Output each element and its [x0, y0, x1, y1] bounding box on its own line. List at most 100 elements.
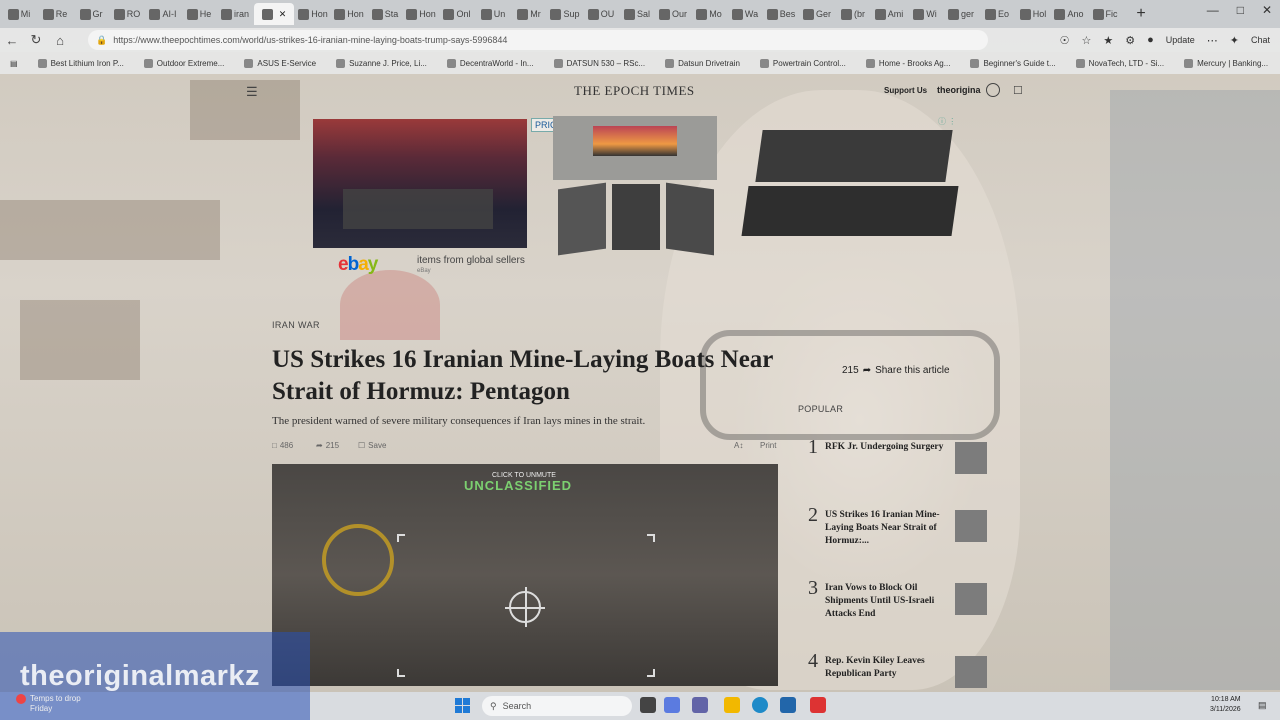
bookmark-item[interactable]: Suzanne J. Price, Li... — [326, 58, 437, 68]
bookmark-icon[interactable]: ☐ — [1013, 84, 1023, 97]
browser-tab[interactable]: Hol — [1016, 3, 1050, 25]
copilot-app-icon[interactable] — [664, 697, 680, 713]
browser-tab[interactable]: Un — [476, 3, 510, 25]
taskbar-search[interactable]: ⚲ Search — [482, 696, 632, 716]
bookmark-item[interactable]: Best Lithium Iron P... — [28, 58, 134, 68]
bookmark-item[interactable]: Mercury | Banking... — [1174, 58, 1278, 68]
browser-tab[interactable]: ger — [944, 3, 978, 25]
maximize-icon[interactable]: □ — [1237, 3, 1244, 17]
share-article-button[interactable]: 215 ➦ Share this article — [842, 365, 950, 376]
browser-tab[interactable]: (br — [836, 3, 870, 25]
ad-choices-icon[interactable]: ⓘ ⋮ — [938, 116, 956, 127]
ad-image-concert[interactable] — [313, 119, 527, 248]
ad-image-display[interactable] — [553, 116, 717, 180]
menu-search-icon[interactable]: ☰ — [246, 84, 258, 100]
browser-tab[interactable]: iran — [218, 3, 252, 25]
close-icon[interactable]: ✕ — [1262, 3, 1272, 17]
browser-tab[interactable]: OU — [584, 3, 618, 25]
user-name[interactable]: theorigina — [937, 85, 981, 95]
browser-tab[interactable]: Eo — [980, 3, 1014, 25]
browser-tab[interactable]: Hon — [404, 3, 438, 25]
print-button[interactable]: Print — [760, 441, 776, 450]
browser-tab[interactable]: Hon — [332, 3, 366, 25]
weather-widget[interactable]: Temps to drop Friday — [16, 694, 81, 714]
browser-tab[interactable]: Our — [656, 3, 690, 25]
popular-thumbnail[interactable] — [955, 510, 987, 542]
popular-thumbnail[interactable] — [955, 442, 987, 474]
popular-title[interactable]: Iran Vows to Block Oil Shipments Until U… — [825, 582, 945, 621]
popular-thumbnail[interactable] — [955, 656, 987, 688]
favorite-star-icon[interactable]: ☆ — [1081, 34, 1091, 47]
bookmark-item[interactable]: Powertrain Control... — [750, 58, 856, 68]
ebay-logo[interactable]: ebay — [338, 254, 378, 276]
notification-icon[interactable]: ▤ — [1258, 700, 1267, 711]
ad-image-panels[interactable] — [558, 182, 714, 256]
browser-tab[interactable]: RO — [110, 3, 144, 25]
browser-tab[interactable]: Ger — [800, 3, 834, 25]
bookmark-item[interactable]: NovaTech, LTD - Si... — [1066, 58, 1174, 68]
browser-tab[interactable]: Sal — [620, 3, 654, 25]
support-us-link[interactable]: Support Us — [884, 86, 927, 95]
read-aloud-icon[interactable]: ☉ — [1060, 34, 1070, 47]
edge-icon[interactable] — [752, 697, 768, 713]
browser-tab[interactable]: Sup — [548, 3, 582, 25]
task-view-icon[interactable] — [640, 697, 656, 713]
minimize-icon[interactable]: — — [1207, 3, 1219, 17]
bookmark-item[interactable]: Outdoor Extreme... — [134, 58, 235, 68]
profile-icon[interactable]: ● — [1147, 34, 1154, 46]
share-button[interactable]: ➦ 215 — [316, 441, 339, 450]
start-button[interactable] — [455, 698, 470, 713]
bookmark-item[interactable]: Home - Brooks Ag... — [856, 58, 961, 68]
home-icon[interactable]: ⌂ — [48, 33, 72, 48]
browser-tab[interactable]: AI-I — [146, 3, 180, 25]
popular-thumbnail[interactable] — [955, 583, 987, 615]
article-video[interactable]: CLICK TO UNMUTE UNCLASSIFIED — [272, 464, 778, 686]
browser-tab[interactable]: Sta — [368, 3, 402, 25]
extensions-icon[interactable]: ⚙ — [1125, 34, 1135, 47]
browser-tab[interactable]: Bes — [764, 3, 798, 25]
save-button[interactable]: ☐ Save — [358, 441, 386, 450]
bookmark-item[interactable]: Beginner's Guide t... — [960, 58, 1065, 68]
browser-tab[interactable]: Gr — [74, 3, 108, 25]
browser-tab[interactable]: Hon — [296, 3, 330, 25]
url-field[interactable]: 🔒 https://www.theepochtimes.com/world/us… — [88, 30, 988, 50]
tab-close-icon[interactable]: ✕ — [279, 9, 287, 20]
browser-tab[interactable]: Ami — [872, 3, 906, 25]
popular-title[interactable]: Rep. Kevin Kiley Leaves Republican Party — [825, 655, 945, 681]
more-icon[interactable]: ⋯ — [1207, 34, 1218, 47]
browser-tab[interactable]: He — [182, 3, 216, 25]
bookmark-item[interactable]: Datsun Drivetrain — [655, 58, 750, 68]
file-explorer-icon[interactable] — [724, 697, 740, 713]
user-avatar-icon[interactable] — [986, 83, 1000, 97]
bookmark-item[interactable]: DecentraWorld - In... — [437, 58, 544, 68]
bookmark-item[interactable]: DATSUN 530 – RSc... — [544, 58, 656, 68]
taskbar-clock[interactable]: 10:18 AM 3/11/2026 — [1210, 695, 1241, 715]
favorites-icon[interactable]: ★ — [1103, 34, 1113, 47]
popular-title[interactable]: US Strikes 16 Iranian Mine-Laying Boats … — [825, 509, 945, 548]
update-button[interactable]: Update — [1166, 35, 1195, 45]
site-logo[interactable]: THE EPOCH TIMES — [574, 83, 695, 99]
ebay-ad[interactable]: PRICE DROP ⓘ ⋮ ebay items from global se… — [313, 116, 963, 276]
copilot-icon[interactable]: ✦ — [1230, 34, 1239, 47]
back-icon[interactable]: ← — [0, 33, 24, 48]
browser-tab[interactable]: Mo — [692, 3, 726, 25]
refresh-icon[interactable]: ↻ — [24, 32, 48, 48]
browser-tab[interactable]: Mi — [2, 3, 36, 25]
store-icon[interactable] — [780, 697, 796, 713]
chat-button[interactable]: Chat — [1251, 35, 1270, 45]
bookmark-item[interactable]: ASUS E-Service — [234, 58, 326, 68]
browser-tab[interactable]: ✕ — [254, 3, 294, 25]
browser-tab[interactable]: Onl — [440, 3, 474, 25]
bookmarks-menu-icon[interactable]: ▤ — [0, 59, 28, 68]
browser-tab[interactable]: Ano — [1052, 3, 1086, 25]
browser-tab[interactable]: Mr — [512, 3, 546, 25]
popular-title[interactable]: RFK Jr. Undergoing Surgery — [825, 441, 945, 454]
browser-tab[interactable]: Re — [38, 3, 72, 25]
text-size-icon[interactable]: A↕ — [734, 441, 743, 450]
youtube-icon[interactable] — [810, 697, 826, 713]
browser-tab[interactable]: Wa — [728, 3, 762, 25]
article-category[interactable]: IRAN WAR — [272, 320, 782, 330]
browser-tab[interactable]: Fic — [1088, 3, 1122, 25]
ad-image-device[interactable] — [741, 130, 959, 238]
browser-tab[interactable]: Wi — [908, 3, 942, 25]
